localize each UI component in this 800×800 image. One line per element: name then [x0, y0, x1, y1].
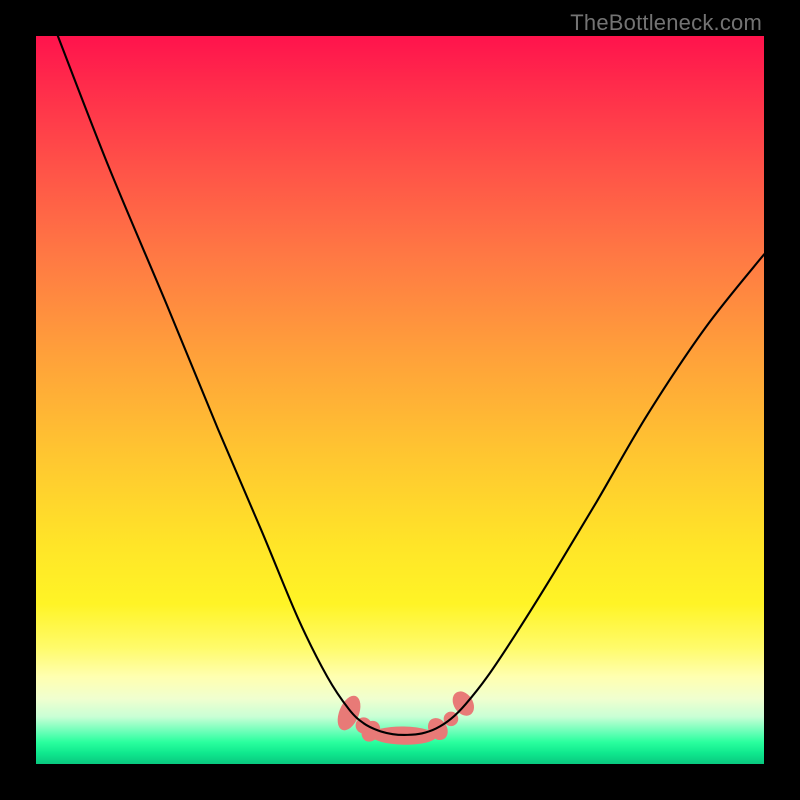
plot-area [36, 36, 764, 764]
chart-frame: TheBottleneck.com [0, 0, 800, 800]
bottleneck-curve [58, 36, 764, 735]
watermark-text: TheBottleneck.com [570, 10, 762, 36]
chart-svg [36, 36, 764, 764]
